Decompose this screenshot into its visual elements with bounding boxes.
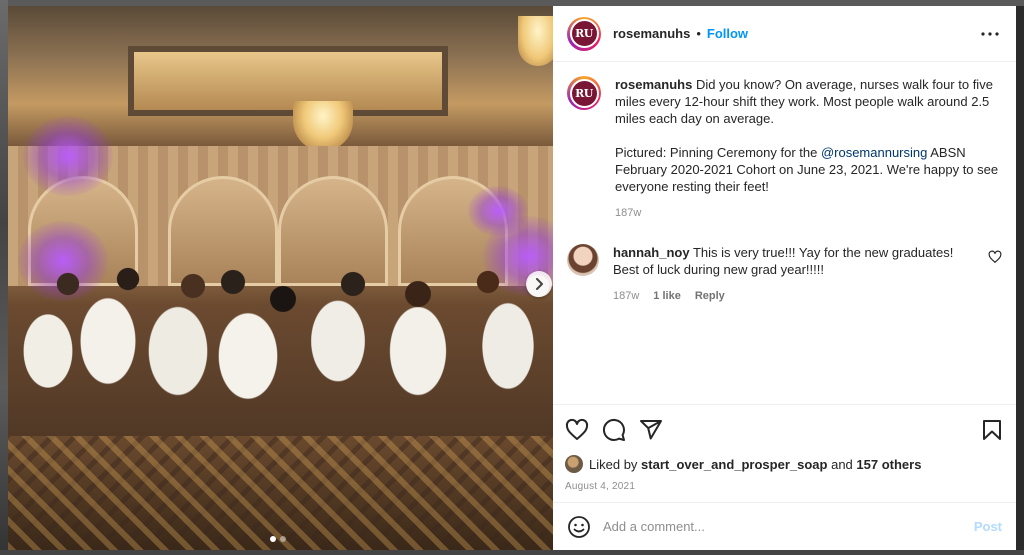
author-avatar[interactable]: RU: [567, 16, 601, 51]
caption-avatar-text: RU: [569, 78, 599, 108]
add-comment-input[interactable]: [603, 519, 974, 534]
emoji-icon[interactable]: [567, 515, 591, 539]
comment-timestamp[interactable]: 187w: [613, 288, 639, 305]
likes-others-link[interactable]: 157 others: [856, 457, 921, 472]
comment-body: hannah_noy This is very true!!! Yay for …: [613, 244, 980, 305]
carousel-next-button[interactable]: [526, 271, 552, 297]
comments-section[interactable]: RU rosemanuhs Did you know? On average, …: [553, 62, 1016, 404]
follow-button[interactable]: Follow: [707, 26, 748, 41]
comment-likes-count[interactable]: 1 like: [653, 288, 681, 305]
photo-purple-light: [468, 186, 528, 236]
comment-heart-icon[interactable]: [988, 250, 1002, 264]
caption-author-avatar[interactable]: RU: [567, 76, 601, 110]
action-icons-row: [565, 415, 1004, 445]
carousel-dot-active: [270, 536, 276, 542]
likes-prefix: Liked by: [589, 456, 638, 472]
heart-icon[interactable]: [565, 418, 589, 442]
comment-reply-button[interactable]: Reply: [695, 288, 725, 305]
header-separator: •: [696, 26, 701, 41]
background-feed-strip: [0, 0, 8, 555]
likes-middle: and: [831, 456, 853, 472]
chevron-right-icon: [536, 278, 543, 290]
caption-meta: 187w: [615, 205, 1002, 222]
post-comment-button[interactable]: Post: [974, 519, 1002, 534]
commenter-username[interactable]: hannah_noy: [613, 245, 690, 260]
post-header: RU rosemanuhs • Follow: [553, 6, 1016, 62]
liker-avatar[interactable]: [565, 455, 583, 473]
comment-item: hannah_noy This is very true!!! Yay for …: [567, 244, 1002, 305]
caption-body: rosemanuhs Did you know? On average, nur…: [615, 76, 1002, 222]
post-detail-panel: RU rosemanuhs • Follow RU rosemanuhs Did…: [553, 6, 1016, 550]
post-photo[interactable]: [8, 6, 553, 550]
comment-meta: 187w 1 like Reply: [613, 288, 980, 305]
comment-icon[interactable]: [602, 418, 626, 442]
caption: RU rosemanuhs Did you know? On average, …: [567, 76, 1002, 222]
add-comment-bar: Post: [553, 502, 1016, 550]
commenter-avatar[interactable]: [567, 244, 599, 276]
background-feed-bottom: [0, 550, 1024, 555]
caption-text-2-prefix: Pictured: Pinning Ceremony for the: [615, 145, 821, 160]
photo-ceiling-panel: [128, 46, 448, 116]
liker-username[interactable]: start_over_and_prosper_soap: [641, 457, 827, 472]
carousel-dot: [280, 536, 286, 542]
post-actions: Liked by start_over_and_prosper_soap and…: [553, 404, 1016, 502]
post-date[interactable]: August 4, 2021: [565, 481, 1004, 502]
bookmark-icon[interactable]: [980, 418, 1004, 442]
more-options-button[interactable]: [978, 22, 1002, 46]
photo-heads: [8, 264, 553, 324]
photo-chandelier-2: [518, 16, 553, 66]
carousel-dots: [270, 536, 286, 542]
caption-mention-link[interactable]: @rosemannursing: [821, 145, 927, 160]
more-options-icon: [981, 31, 999, 36]
share-icon[interactable]: [639, 418, 663, 442]
caption-username[interactable]: rosemanuhs: [615, 77, 692, 92]
photo-purple-light: [23, 116, 113, 196]
author-avatar-text: RU: [569, 19, 599, 48]
author-username[interactable]: rosemanuhs: [613, 26, 690, 41]
likes-summary: Liked by start_over_and_prosper_soap and…: [565, 455, 1004, 473]
caption-timestamp[interactable]: 187w: [615, 205, 641, 222]
